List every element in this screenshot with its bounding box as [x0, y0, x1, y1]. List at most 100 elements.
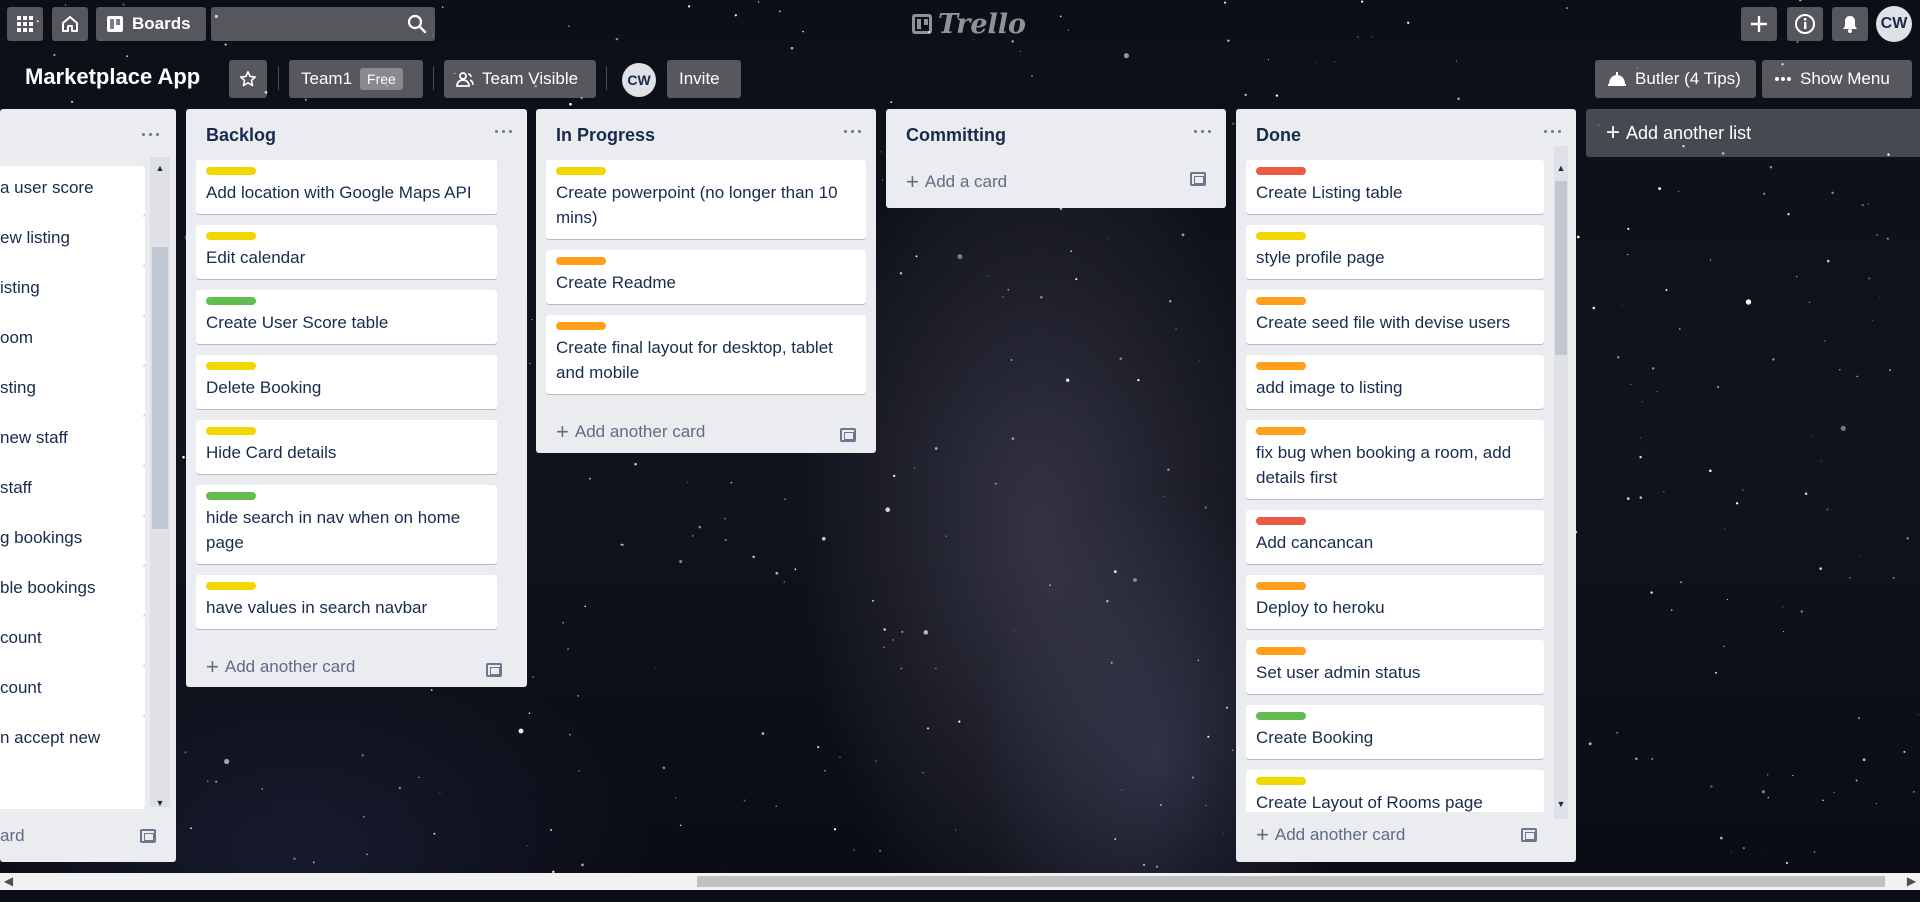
invite-button[interactable]: Invite [667, 60, 741, 98]
card-label[interactable] [206, 582, 256, 590]
home-button[interactable] [52, 7, 88, 41]
card[interactable]: sting [0, 366, 145, 416]
add-card-button[interactable]: + Add another card [1256, 824, 1405, 846]
card[interactable]: ble bookings [0, 566, 145, 616]
board-member-avatar[interactable]: CW [622, 63, 656, 97]
card-label[interactable] [1256, 167, 1306, 175]
member-avatar[interactable]: CW [1876, 6, 1912, 42]
list-menu-icon[interactable] [142, 130, 160, 140]
card[interactable]: Deploy to heroku [1246, 575, 1544, 629]
add-card-button[interactable]: + Add another card [206, 656, 355, 678]
scroll-up-arrow-icon[interactable]: ▲ [152, 163, 168, 173]
card[interactable]: have values in search navbar [196, 575, 497, 629]
card[interactable]: hide search in nav when on home page [196, 485, 497, 564]
create-from-template-icon[interactable] [486, 663, 502, 677]
card-label[interactable] [206, 167, 256, 175]
card[interactable]: g bookings [0, 516, 145, 566]
card[interactable] [0, 806, 145, 809]
card[interactable]: Create final layout for desktop, tablet … [546, 315, 866, 394]
search-input[interactable] [211, 7, 391, 41]
create-from-template-icon[interactable] [840, 428, 856, 442]
card[interactable]: count [0, 666, 145, 716]
card[interactable]: oom [0, 316, 145, 366]
information-button[interactable] [1787, 7, 1823, 41]
card-label[interactable] [1256, 712, 1306, 720]
search-icon[interactable] [407, 14, 427, 34]
card-label[interactable] [1256, 427, 1306, 435]
butler-button[interactable]: Butler (4 Tips) [1595, 60, 1756, 98]
add-another-list-button[interactable]: + Add another list [1586, 109, 1920, 157]
card-label[interactable] [1256, 517, 1306, 525]
card-label[interactable] [206, 297, 256, 305]
board-title[interactable]: Marketplace App [25, 64, 200, 90]
scroll-right-arrow-icon[interactable]: ▶ [1903, 873, 1920, 890]
create-from-template-icon[interactable] [140, 829, 156, 843]
add-card-button[interactable]: ard [0, 826, 25, 846]
card[interactable]: Add location with Google Maps API [196, 160, 497, 214]
card[interactable]: Edit calendar [196, 225, 497, 279]
list-title[interactable]: Backlog [206, 125, 276, 146]
create-from-template-icon[interactable] [1521, 828, 1537, 842]
card[interactable]: Create powerpoint (no longer than 10 min… [546, 160, 866, 239]
board-horizontal-scrollbar[interactable]: ◀ ▶ [0, 873, 1920, 890]
card-label[interactable] [206, 492, 256, 500]
boards-button[interactable]: Boards [96, 7, 206, 41]
list-title[interactable]: In Progress [556, 125, 655, 146]
card[interactable]: n accept new [0, 716, 145, 808]
list-scrollbar-thumb[interactable] [152, 247, 168, 529]
visibility-button[interactable]: Team Visible [444, 60, 596, 98]
show-menu-button[interactable]: Show Menu [1762, 60, 1912, 98]
card-label[interactable] [206, 232, 256, 240]
horizontal-scrollbar-thumb[interactable] [697, 876, 1885, 887]
scroll-down-arrow-icon[interactable]: ▼ [1553, 799, 1569, 809]
card-label[interactable] [556, 322, 606, 330]
card[interactable]: Set user admin status [1246, 640, 1544, 694]
apps-grid-button[interactable] [7, 7, 43, 41]
notifications-button[interactable] [1832, 7, 1868, 41]
card[interactable]: add image to listing [1246, 355, 1544, 409]
card[interactable]: new staff [0, 416, 145, 466]
card-label[interactable] [206, 362, 256, 370]
list-title[interactable]: Done [1256, 125, 1301, 146]
card-label[interactable] [556, 257, 606, 265]
card[interactable]: Create User Score table [196, 290, 497, 344]
card[interactable]: Create Readme [546, 250, 866, 304]
card[interactable]: count [0, 616, 145, 666]
card[interactable]: Hide Card details [196, 420, 497, 474]
card[interactable]: Add cancancan [1246, 510, 1544, 564]
create-from-template-icon[interactable] [1190, 172, 1206, 186]
list-menu-icon[interactable] [1544, 127, 1562, 137]
card[interactable]: a user score [0, 166, 145, 216]
card-label[interactable] [1256, 362, 1306, 370]
list-title[interactable]: Committing [906, 125, 1006, 146]
card-label[interactable] [206, 427, 256, 435]
card[interactable]: isting [0, 266, 145, 316]
list-scrollbar-thumb[interactable] [1555, 181, 1567, 355]
card-label[interactable] [1256, 297, 1306, 305]
card[interactable]: Delete Booking [196, 355, 497, 409]
card[interactable]: ew listing [0, 216, 145, 266]
card[interactable]: Create Booking [1246, 705, 1544, 759]
list-menu-icon[interactable] [1194, 127, 1212, 137]
card[interactable]: Create Layout of Rooms page [1246, 770, 1544, 812]
card[interactable]: style profile page [1246, 225, 1544, 279]
card-label[interactable] [556, 167, 606, 175]
scroll-left-arrow-icon[interactable]: ◀ [0, 873, 17, 890]
card-label[interactable] [1256, 777, 1306, 785]
card[interactable]: fix bug when booking a room, add details… [1246, 420, 1544, 499]
scroll-up-arrow-icon[interactable]: ▲ [1553, 163, 1569, 173]
add-card-button[interactable]: + Add a card [906, 171, 1007, 193]
card-label[interactable] [1256, 582, 1306, 590]
card-label[interactable] [1256, 232, 1306, 240]
list-menu-icon[interactable] [495, 127, 513, 137]
list-menu-icon[interactable] [844, 127, 862, 137]
create-button[interactable] [1741, 7, 1777, 41]
team-button[interactable]: Team1 Free [289, 60, 423, 98]
card[interactable]: staff [0, 466, 145, 516]
star-board-button[interactable] [229, 60, 267, 98]
card-label[interactable] [1256, 647, 1306, 655]
scroll-down-arrow-icon[interactable]: ▼ [152, 798, 168, 808]
trello-logo[interactable]: Trello [912, 9, 1026, 40]
add-card-button[interactable]: + Add another card [556, 421, 705, 443]
card[interactable]: Create seed file with devise users [1246, 290, 1544, 344]
